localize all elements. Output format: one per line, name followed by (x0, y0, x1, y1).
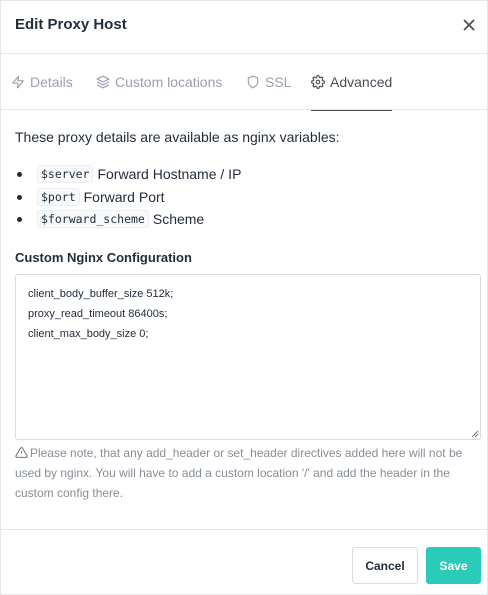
tab-custom-locations[interactable]: Custom locations (96, 54, 222, 110)
modal-header: Edit Proxy Host (1, 1, 487, 54)
tab-details[interactable]: Details (11, 54, 73, 110)
tab-bar: Details Custom locations SSL Advanced (1, 54, 487, 111)
config-note-text: Please note, that any add_header or set_… (15, 446, 463, 500)
modal-title: Edit Proxy Host (15, 16, 127, 33)
variable-code: $server (37, 165, 94, 184)
warning-icon (15, 447, 28, 458)
list-item: $forward_scheme Scheme (16, 208, 241, 231)
close-icon (463, 19, 475, 31)
close-button[interactable] (461, 17, 477, 33)
tab-ssl-label: SSL (265, 74, 292, 90)
edit-proxy-host-modal: Edit Proxy Host Details Custom locations… (0, 0, 488, 595)
variable-description: Forward Hostname / IP (97, 166, 242, 183)
tab-advanced-label: Advanced (330, 74, 393, 90)
custom-config-textarea[interactable]: client_body_buffer_size 512k; proxy_read… (15, 274, 481, 440)
gear-icon (311, 75, 325, 89)
tab-details-label: Details (30, 74, 73, 90)
custom-config-label: Custom Nginx Configuration (15, 250, 192, 265)
variable-code: $forward_scheme (37, 210, 149, 229)
cancel-button[interactable]: Cancel (352, 547, 418, 584)
lightning-icon (12, 75, 24, 89)
variable-description: Scheme (152, 211, 205, 228)
variable-code: $port (37, 187, 80, 206)
config-note: Please note, that any add_header or set_… (15, 443, 477, 503)
tab-advanced[interactable]: Advanced (311, 54, 393, 111)
variables-list: $server Forward Hostname / IP $port Forw… (16, 163, 242, 231)
save-button[interactable]: Save (426, 547, 481, 584)
variable-description: Forward Port (83, 188, 165, 205)
list-item: $port Forward Port (16, 186, 241, 209)
tab-ssl[interactable]: SSL (246, 54, 291, 110)
layers-icon (96, 75, 110, 89)
modal-footer: Cancel Save (1, 529, 487, 595)
tab-custom-locations-label: Custom locations (115, 74, 223, 90)
variables-intro: These proxy details are available as ngi… (15, 129, 340, 145)
shield-icon (247, 75, 259, 89)
list-item: $server Forward Hostname / IP (16, 163, 242, 186)
